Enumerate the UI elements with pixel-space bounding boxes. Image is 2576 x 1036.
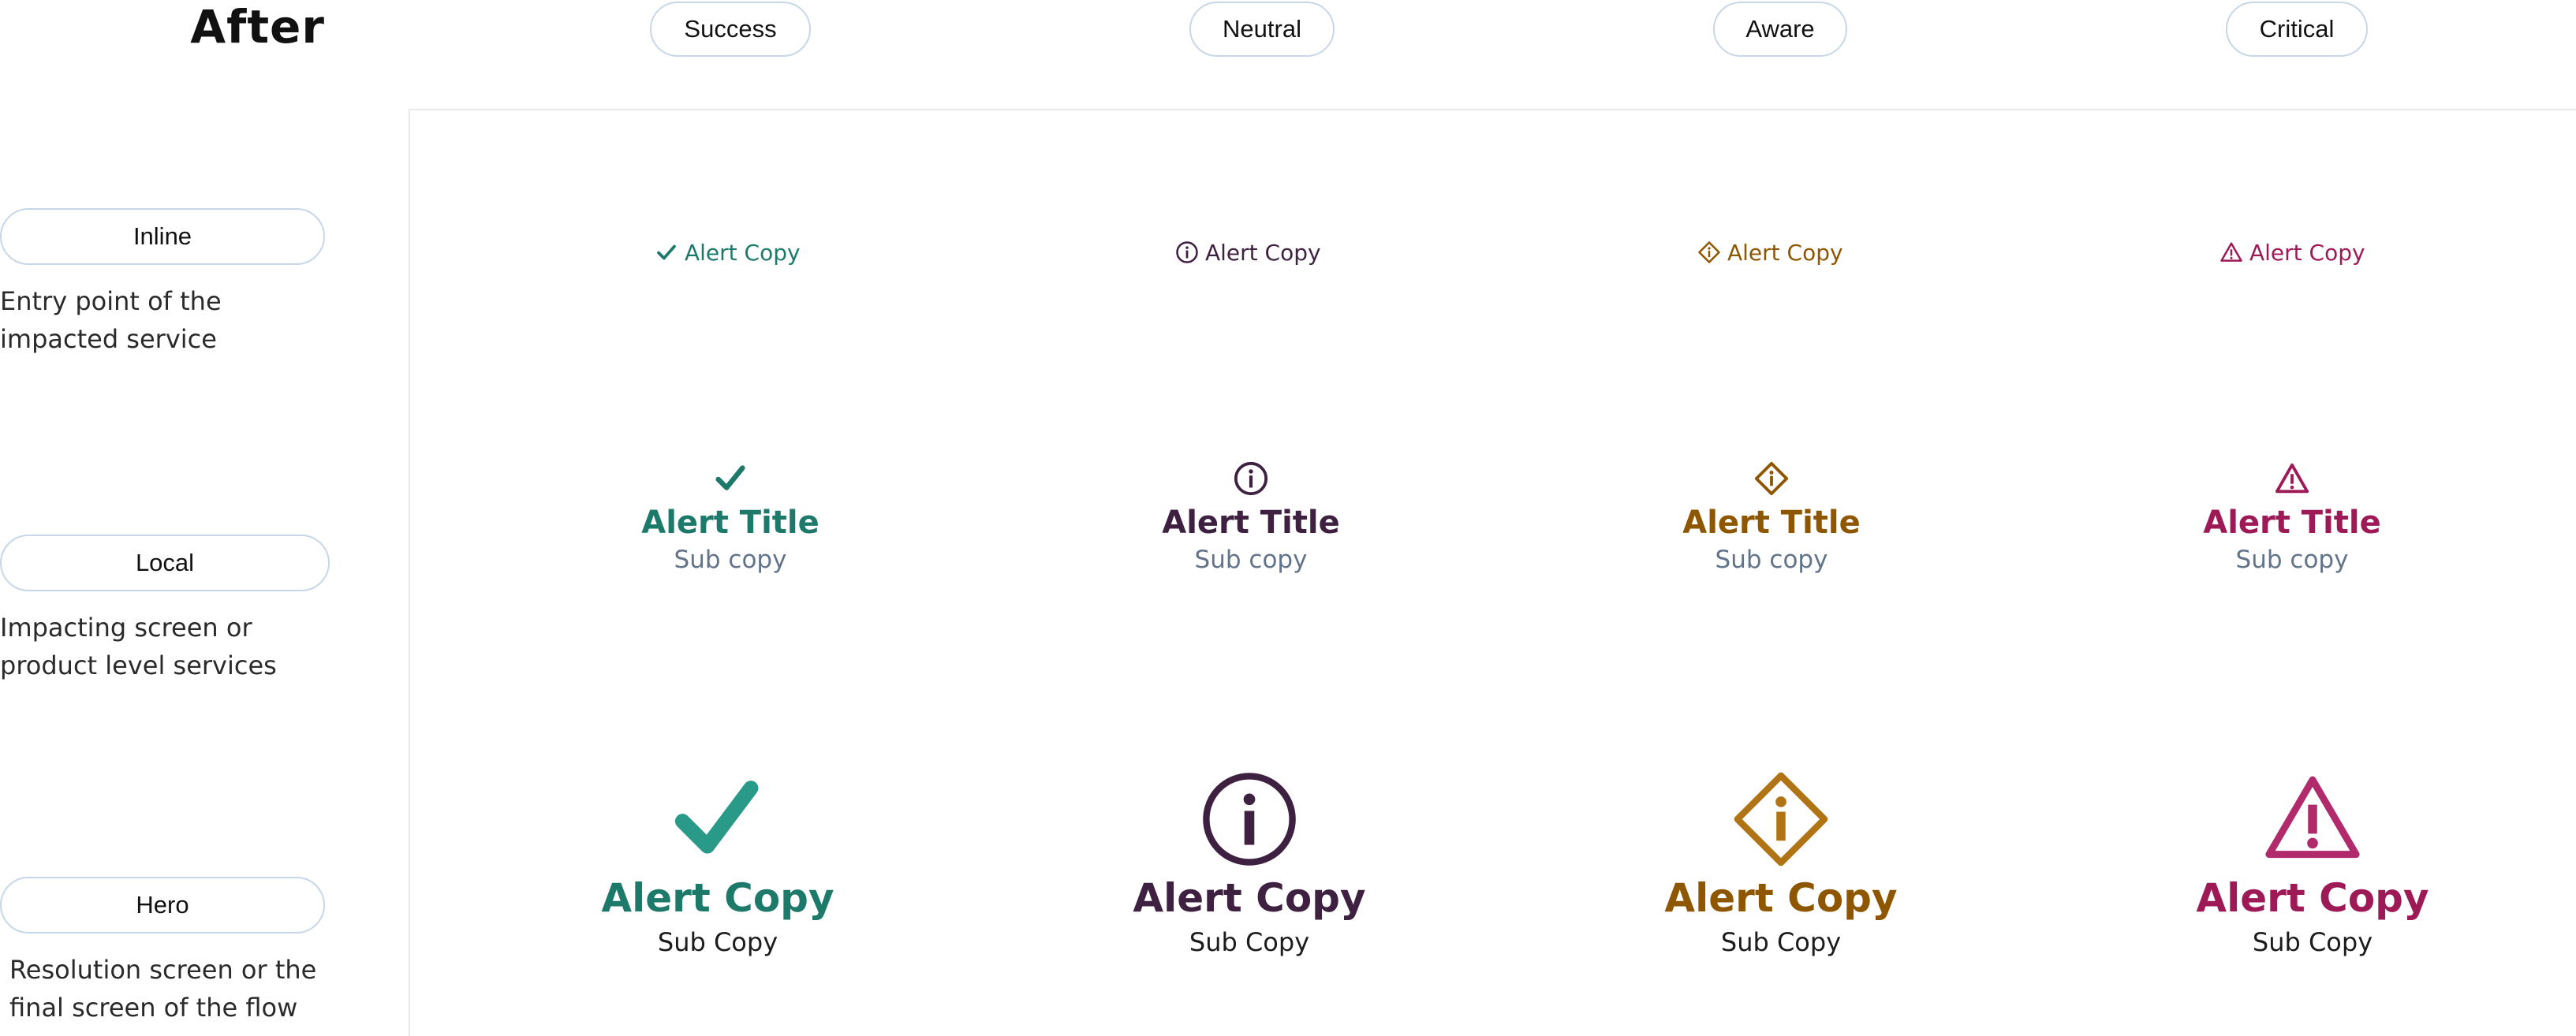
column-header-neutral: Neutral: [1189, 2, 1335, 57]
inline-alert-aware: Alert Copy: [1697, 237, 1843, 268]
local-alert-aware: Alert Title Sub copy: [1653, 460, 1890, 577]
inline-alert-critical: Alert Copy: [2219, 237, 2365, 268]
hero-alert-neutral: Alert Copy Sub Copy: [1107, 770, 1391, 962]
local-alert-neutral: Alert Title Sub copy: [1133, 460, 1369, 577]
local-alert-subcopy: Sub copy: [674, 546, 787, 574]
local-alert-subcopy: Sub copy: [1194, 546, 1308, 574]
hero-alert-subcopy: Sub Copy: [1720, 927, 1842, 957]
warning-triangle-icon: [2220, 242, 2242, 262]
local-alert-critical: Alert Title Sub copy: [2174, 460, 2410, 577]
horizontal-divider: [409, 109, 2576, 110]
hero-alert-title: Alert Copy: [601, 875, 834, 921]
page-title: After: [190, 0, 325, 54]
row-description-local: Impacting screen or product level servic…: [0, 613, 277, 680]
inline-alert-text: Alert Copy: [1205, 239, 1321, 266]
checkmark-icon: [674, 781, 759, 854]
hero-alert-critical: Alert Copy Sub Copy: [2171, 770, 2455, 962]
row-description-hero: Resolution screen or the final screen of…: [9, 955, 317, 1023]
column-header-success: Success: [650, 2, 811, 57]
checkmark-icon: [657, 244, 676, 260]
local-alert-title: Alert Title: [1682, 505, 1861, 541]
hero-alert-subcopy: Sub Copy: [657, 927, 778, 957]
local-alert-title: Alert Title: [2203, 505, 2381, 541]
hero-alert-title: Alert Copy: [2196, 875, 2429, 921]
column-header-aware: Aware: [1713, 2, 1847, 57]
warning-triangle-icon: [2275, 463, 2309, 494]
checkmark-icon: [715, 465, 745, 490]
row-header-local: Local: [0, 535, 330, 591]
local-alert-subcopy: Sub copy: [2235, 546, 2349, 574]
hero-alert-title: Alert Copy: [1664, 875, 1898, 921]
local-alert-success: Alert Title Sub copy: [612, 460, 849, 577]
info-diamond-icon: [1734, 772, 1828, 866]
row-header-hero: Hero: [0, 877, 325, 934]
hero-alert-title: Alert Copy: [1133, 875, 1366, 921]
hero-alert-subcopy: Sub Copy: [2252, 927, 2373, 957]
info-circle-icon: [1234, 461, 1268, 496]
inline-alert-text: Alert Copy: [2249, 239, 2365, 266]
info-circle-icon: [1203, 773, 1296, 866]
hero-alert-subcopy: Sub Copy: [1189, 927, 1310, 957]
hero-alert-aware: Alert Copy Sub Copy: [1639, 770, 1923, 962]
inline-alert-success: Alert Copy: [655, 237, 801, 268]
local-alert-title: Alert Title: [1162, 505, 1340, 541]
local-alert-title: Alert Title: [641, 505, 819, 541]
info-diamond-icon: [1698, 241, 1720, 263]
hero-alert-success: Alert Copy Sub Copy: [576, 770, 860, 962]
info-diamond-icon: [1754, 461, 1789, 496]
row-header-inline: Inline: [0, 208, 325, 265]
inline-alert-neutral: Alert Copy: [1175, 237, 1321, 268]
local-alert-subcopy: Sub copy: [1715, 546, 1828, 574]
inline-alert-text: Alert Copy: [685, 239, 801, 266]
inline-alert-text: Alert Copy: [1727, 239, 1843, 266]
warning-triangle-icon: [2265, 776, 2360, 859]
column-header-critical: Critical: [2226, 2, 2368, 57]
row-description-inline: Entry point of the impacted service: [0, 286, 222, 354]
info-circle-icon: [1176, 241, 1198, 263]
vertical-divider: [409, 109, 410, 1036]
